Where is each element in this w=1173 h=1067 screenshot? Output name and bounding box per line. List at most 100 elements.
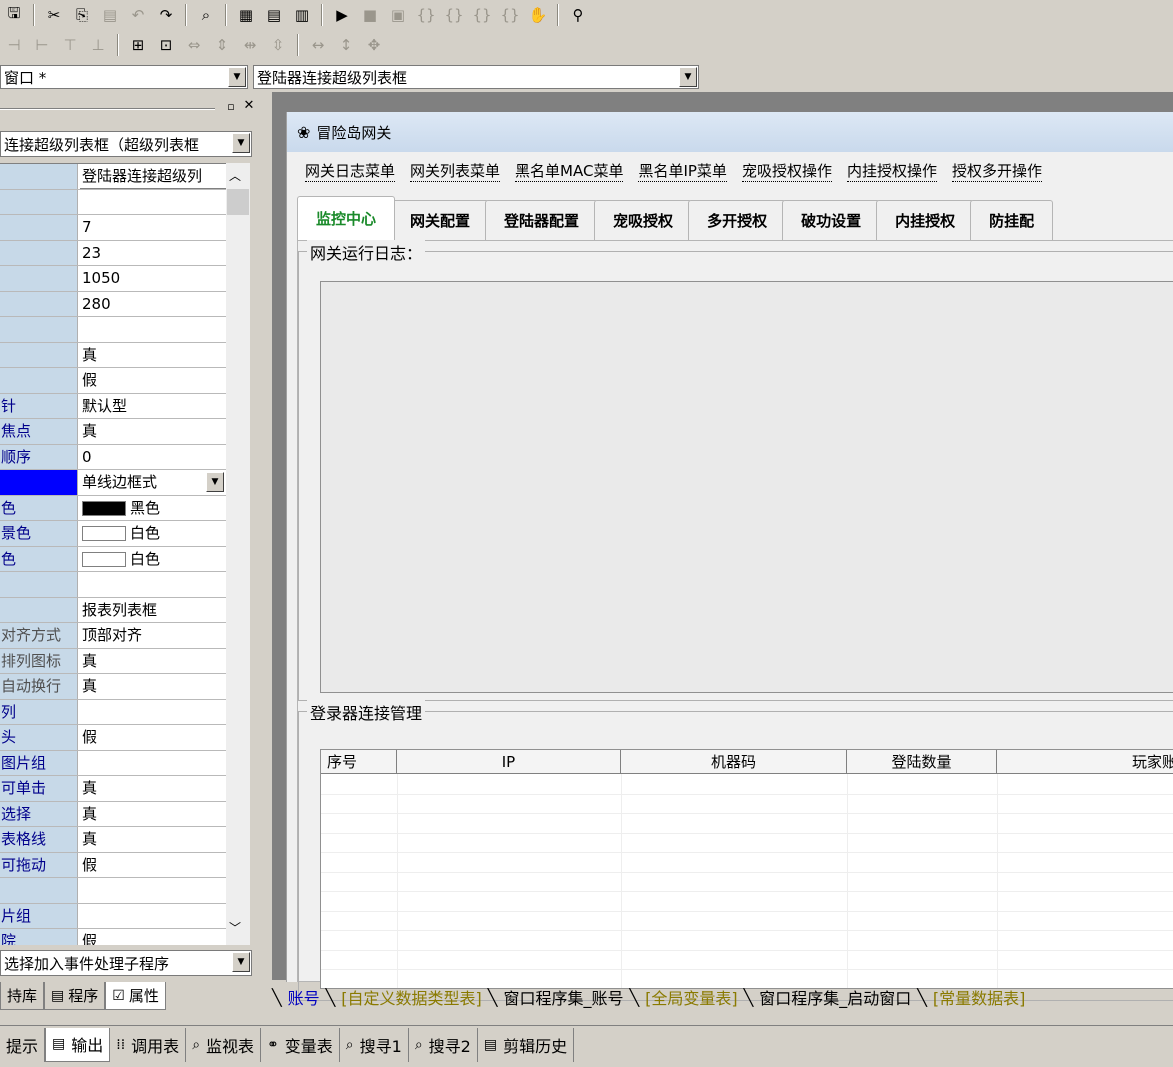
property-value[interactable] [80,572,226,597]
form-tab[interactable]: 破功设置 [782,200,881,240]
column-header[interactable]: 序号 [321,750,397,774]
property-row[interactable]: 7 [0,215,226,241]
property-value[interactable]: 7 [80,215,226,240]
property-row[interactable] [0,572,226,598]
form-menu-item[interactable]: 授权多开操作 [951,160,1042,182]
chevron-down-icon[interactable]: ▼ [206,472,224,492]
property-row[interactable]: 报表列表框 [0,597,226,623]
property-value[interactable]: 真 [80,827,226,852]
property-row[interactable]: 自动换行真 [0,674,226,700]
property-row[interactable]: 针默认型 [0,393,226,419]
property-row[interactable]: 景色 白色 [0,521,226,547]
form-tab[interactable]: 登陆器配置 [485,200,599,240]
component-combo[interactable]: 登陆器连接超级列表框 ▼ [253,65,699,89]
connection-list[interactable]: 序号IP机器码登陆数量玩家账号 [320,749,1173,989]
form-tab[interactable]: 防挂配 [970,200,1054,240]
property-row[interactable]: 表格线真 [0,827,226,853]
size-icon[interactable]: ✥ [362,33,386,57]
restore-icon[interactable]: ▫ [224,100,238,114]
editor-tab[interactable]: 窗口程序集_账号 [497,985,629,1009]
scroll-up-icon[interactable]: ︿ [229,167,241,184]
form-tab[interactable]: 内挂授权 [876,200,975,240]
property-value[interactable]: 假 [80,725,226,750]
form-tab[interactable]: 监控中心 [297,196,396,240]
column-header[interactable]: 玩家账号 [997,750,1173,774]
property-value[interactable]: 23 [80,241,226,266]
property-value[interactable]: 报表列表框 [80,598,226,623]
height-icon[interactable]: ↕ [334,33,358,57]
close-icon[interactable]: ✕ [242,98,256,113]
chevron-down-icon[interactable]: ▼ [232,952,250,972]
save-icon[interactable]: 🖫 [2,3,26,27]
layout1-icon[interactable]: ▦ [234,3,258,27]
form-tab[interactable]: 多开授权 [688,200,787,240]
center-v-icon[interactable]: ⊡ [154,33,178,57]
align-left-icon[interactable]: ⊣ [2,33,26,57]
property-row[interactable]: 对齐方式 顶部对齐 [0,623,226,649]
property-value[interactable]: 单线边框式 ▼ [80,470,226,495]
output-tab[interactable]: ⚭ 变量表 [261,1027,340,1062]
find-icon[interactable]: ⌕ [194,3,218,27]
layout3-icon[interactable]: ▥ [290,3,314,27]
chevron-down-icon[interactable]: ▼ [679,67,697,87]
log-textbox[interactable] [320,281,1173,693]
tab-properties[interactable]: ☑ 属性 [105,982,166,1010]
chevron-down-icon[interactable]: ▼ [232,133,250,153]
property-value[interactable]: 1050 [80,266,226,291]
property-row[interactable]: 色 黑色 [0,495,226,521]
scroll-thumb[interactable] [227,189,249,215]
compile-icon[interactable]: ▣ [386,3,410,27]
align-top-icon[interactable]: ⊤ [58,33,82,57]
property-row[interactable]: 可拖动假 [0,852,226,878]
editor-tab[interactable]: [自定义数据类型表] [335,985,488,1009]
property-value[interactable]: 登陆器连接超级列 [80,164,226,189]
property-value[interactable]: 黑色 [80,496,226,521]
output-tab[interactable]: ⌕ 监视表 [186,1027,262,1062]
form-menu-item[interactable]: 网关日志菜单 [305,160,396,182]
property-row[interactable]: 排列图标真 [0,648,226,674]
run-to-cursor-icon[interactable]: {} [498,3,522,27]
property-row[interactable]: 假 [0,368,226,394]
form-menu-item[interactable]: 宠吸授权操作 [741,160,832,182]
property-value[interactable]: 真 [80,674,226,699]
editor-tab[interactable]: 账号 [282,985,326,1009]
property-value[interactable] [80,878,226,903]
property-row[interactable]: 单线边框式 ▼ [0,470,226,496]
property-row[interactable]: 列 [0,699,226,725]
property-value[interactable] [80,904,226,929]
property-row[interactable]: 280 [0,291,226,317]
cut-icon[interactable]: ✂ [42,3,66,27]
property-value[interactable]: 假 [80,929,226,945]
binoculars-icon[interactable]: ⚲ [566,3,590,27]
form-tab[interactable]: 宠吸授权 [594,200,693,240]
width-icon[interactable]: ↔ [306,33,330,57]
form-window[interactable]: ❀ 冒险岛网关 网关日志菜单 网关列表菜单 黑名单MAC菜单 黑名单IP菜单 宠吸授权操… [286,112,1173,1001]
property-value[interactable] [80,751,226,776]
object-combo[interactable]: 连接超级列表框（超级列表框 ▼ [0,131,252,157]
property-row[interactable]: 焦点真 [0,419,226,445]
property-value[interactable] [80,700,226,725]
property-row[interactable]: 头假 [0,725,226,751]
property-value[interactable]: 真 [80,776,226,801]
property-row[interactable] [0,317,226,343]
property-row[interactable]: 23 [0,240,226,266]
property-row[interactable]: 登陆器连接超级列 [0,164,226,190]
output-tab[interactable]: ▤ 输出 [45,1027,111,1062]
column-header[interactable]: IP [397,750,621,774]
property-row[interactable]: 1050 [0,266,226,292]
property-value[interactable]: 0 [80,445,226,470]
hand-icon[interactable]: ✋ [526,3,550,27]
output-tab[interactable]: ⌕ 搜寻1 [340,1027,409,1062]
align-bottom-icon[interactable]: ⊥ [86,33,110,57]
redo-icon[interactable]: ↷ [154,3,178,27]
output-tab[interactable]: ▤ 剪辑历史 [478,1027,575,1062]
property-value[interactable]: 真 [80,802,226,827]
stop-icon[interactable]: ■ [358,3,382,27]
output-tab[interactable]: 提示 [0,1027,46,1062]
property-value[interactable]: 白色 [80,547,226,572]
center-h-icon[interactable]: ⊞ [126,33,150,57]
tab-support-library[interactable]: 持库 [0,982,45,1010]
property-value[interactable]: 假 [80,368,226,393]
step-over-icon[interactable]: {} [442,3,466,27]
step-out-icon[interactable]: {} [470,3,494,27]
